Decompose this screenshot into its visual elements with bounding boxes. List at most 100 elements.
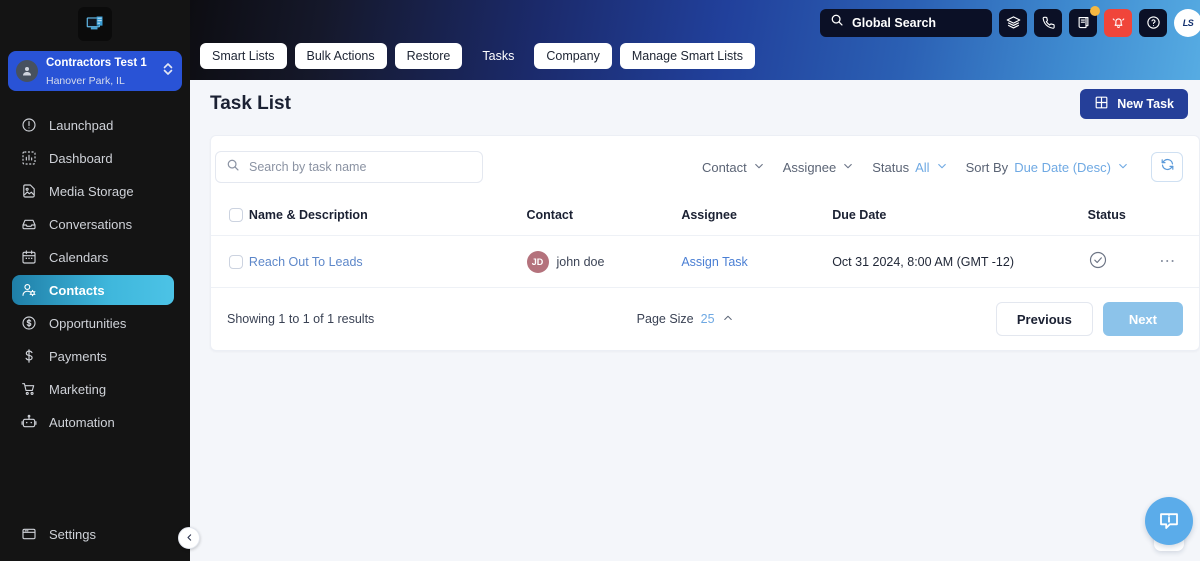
status-filter[interactable]: Status All bbox=[872, 160, 947, 175]
pager-controls: Previous Next bbox=[995, 302, 1183, 336]
task-table: Name & Description Contact Assignee Due … bbox=[211, 198, 1199, 288]
sidebar-item-marketing[interactable]: Marketing bbox=[12, 374, 174, 404]
whats-new-icon[interactable] bbox=[1069, 5, 1100, 37]
due-date-cell: Oct 31 2024, 8:00 AM (GMT -12) bbox=[832, 235, 1088, 288]
column-header-contact[interactable]: Contact bbox=[526, 198, 682, 236]
user-avatar-initials: LS bbox=[1182, 17, 1194, 28]
phone-icon[interactable] bbox=[1034, 8, 1062, 37]
contact-cell[interactable]: JD john doe bbox=[526, 250, 682, 273]
sidebar-item-opportunities[interactable]: Opportunities bbox=[12, 308, 174, 338]
account-name: Contractors Test 1 bbox=[46, 56, 147, 69]
next-page-button[interactable]: Next bbox=[1102, 302, 1183, 336]
robot-icon bbox=[20, 413, 38, 431]
global-search-button[interactable]: Global Search bbox=[820, 8, 992, 37]
row-checkbox[interactable] bbox=[229, 254, 243, 269]
top-bar: Global Search LS Smart Lists Bulk Action… bbox=[190, 0, 1200, 80]
page-title: Task List bbox=[210, 92, 291, 114]
search-input[interactable] bbox=[249, 160, 472, 174]
layers-icon[interactable] bbox=[999, 8, 1027, 37]
sort-by-label: Sort By bbox=[965, 159, 1009, 175]
contact-name: john doe bbox=[556, 254, 605, 269]
sort-by-filter[interactable]: Sort By Due Date (Desc) bbox=[966, 160, 1129, 175]
chevron-down-icon bbox=[842, 160, 854, 175]
sidebar-item-label: Launchpad bbox=[49, 117, 114, 133]
table-row[interactable]: Reach Out To Leads JD john doe Assign Ta… bbox=[211, 235, 1199, 288]
pagination-bar: Showing 1 to 1 of 1 results Page Size 25… bbox=[211, 288, 1199, 350]
column-header-assignee[interactable]: Assignee bbox=[681, 198, 833, 236]
tab-bulk-actions[interactable]: Bulk Actions bbox=[294, 43, 387, 69]
task-name-cell: Reach Out To Leads bbox=[248, 235, 527, 288]
tab-smart-lists[interactable]: Smart Lists bbox=[200, 43, 287, 69]
sidebar-item-label: Marketing bbox=[49, 381, 107, 397]
sidebar-item-media-storage[interactable]: Media Storage bbox=[12, 176, 174, 206]
assignee-filter[interactable]: Assignee bbox=[783, 160, 854, 175]
sidebar-item-launchpad[interactable]: Launchpad bbox=[12, 110, 174, 140]
check-circle-icon[interactable] bbox=[1088, 250, 1108, 270]
search-icon bbox=[830, 13, 844, 32]
sidebar-item-label: Calendars bbox=[49, 249, 109, 265]
status-cell bbox=[1087, 235, 1160, 288]
status-filter-value: All bbox=[915, 159, 930, 175]
tab-company[interactable]: Company bbox=[534, 43, 612, 69]
results-count: Showing 1 to 1 of 1 results bbox=[227, 312, 375, 326]
account-switcher[interactable]: Contractors Test 1 Hanover Park, IL bbox=[8, 51, 182, 91]
status-filter-label: Status bbox=[872, 159, 910, 175]
window-settings-icon bbox=[20, 525, 38, 543]
contact-filter[interactable]: Contact bbox=[702, 160, 765, 175]
tab-tasks[interactable]: Tasks bbox=[470, 43, 526, 69]
sidebar-item-calendars[interactable]: Calendars bbox=[12, 242, 174, 272]
ellipsis-icon[interactable]: ⋯ bbox=[1159, 253, 1177, 270]
sidebar-item-payments[interactable]: Payments bbox=[12, 341, 174, 371]
column-header-due-date[interactable]: Due Date bbox=[832, 198, 1088, 236]
sidebar-item-contacts[interactable]: Contacts bbox=[12, 275, 174, 305]
dollar-sign-icon bbox=[20, 347, 38, 365]
page-size-selector[interactable]: Page Size 25 bbox=[637, 312, 734, 327]
sidebar-item-label: Settings bbox=[49, 526, 96, 542]
sidebar-item-automation[interactable]: Automation bbox=[12, 407, 174, 437]
new-task-button[interactable]: New Task bbox=[1080, 88, 1188, 119]
grid-plus-icon bbox=[1094, 95, 1109, 113]
column-header-name[interactable]: Name & Description bbox=[248, 198, 527, 236]
dashboard-icon bbox=[20, 149, 38, 167]
content-area: Task List New Task Search by task name C… bbox=[190, 80, 1200, 561]
column-header-actions bbox=[1159, 198, 1199, 236]
chevron-down-icon bbox=[753, 160, 765, 175]
app-logo-icon[interactable] bbox=[78, 7, 112, 41]
sidebar: Contractors Test 1 Hanover Park, IL Laun… bbox=[0, 0, 200, 561]
sidebar-item-settings[interactable]: Settings bbox=[12, 519, 174, 549]
user-avatar[interactable]: LS bbox=[1174, 8, 1200, 37]
tab-restore[interactable]: Restore bbox=[394, 43, 463, 69]
account-location: Hanover Park, IL bbox=[46, 75, 125, 87]
tab-manage-smart-lists[interactable]: Manage Smart Lists bbox=[619, 43, 756, 69]
chevron-left-icon bbox=[185, 529, 194, 547]
refresh-icon bbox=[1160, 157, 1175, 177]
previous-page-button[interactable]: Previous bbox=[995, 302, 1093, 336]
task-table-body: Reach Out To Leads JD john doe Assign Ta… bbox=[211, 235, 1199, 288]
app-root: Contractors Test 1 Hanover Park, IL Laun… bbox=[0, 0, 1200, 561]
dollar-circle-icon bbox=[20, 314, 38, 332]
assign-task-link[interactable]: Assign Task bbox=[681, 255, 747, 269]
main-area: Global Search LS Smart Lists Bulk Action… bbox=[190, 0, 1200, 561]
image-file-icon bbox=[20, 182, 38, 200]
sidebar-item-dashboard[interactable]: Dashboard bbox=[12, 143, 174, 173]
refresh-button[interactable] bbox=[1151, 152, 1183, 182]
chat-info-icon[interactable] bbox=[1145, 497, 1193, 545]
task-name-link[interactable]: Reach Out To Leads bbox=[249, 255, 363, 269]
table-header-row: Name & Description Contact Assignee Due … bbox=[211, 198, 1199, 236]
chat-widget[interactable] bbox=[1142, 497, 1196, 551]
chevron-updown-icon bbox=[162, 60, 174, 83]
sidebar-nav: Launchpad Dashboard Media Storage Conver… bbox=[0, 107, 190, 516]
person-icon bbox=[16, 60, 38, 82]
chevron-down-icon bbox=[1117, 160, 1129, 175]
task-search-box[interactable] bbox=[215, 151, 483, 183]
avatar: JD bbox=[526, 250, 549, 273]
page-size-value: 25 bbox=[700, 312, 715, 326]
sidebar-item-label: Media Storage bbox=[49, 183, 134, 199]
sidebar-collapse-button[interactable] bbox=[178, 527, 200, 549]
help-circle-icon[interactable] bbox=[1139, 8, 1167, 37]
bell-icon[interactable] bbox=[1104, 8, 1132, 37]
select-all-checkbox[interactable] bbox=[229, 208, 243, 222]
task-table-head: Name & Description Contact Assignee Due … bbox=[211, 198, 1199, 236]
sidebar-item-conversations[interactable]: Conversations bbox=[12, 209, 174, 239]
column-header-status[interactable]: Status bbox=[1087, 198, 1160, 236]
